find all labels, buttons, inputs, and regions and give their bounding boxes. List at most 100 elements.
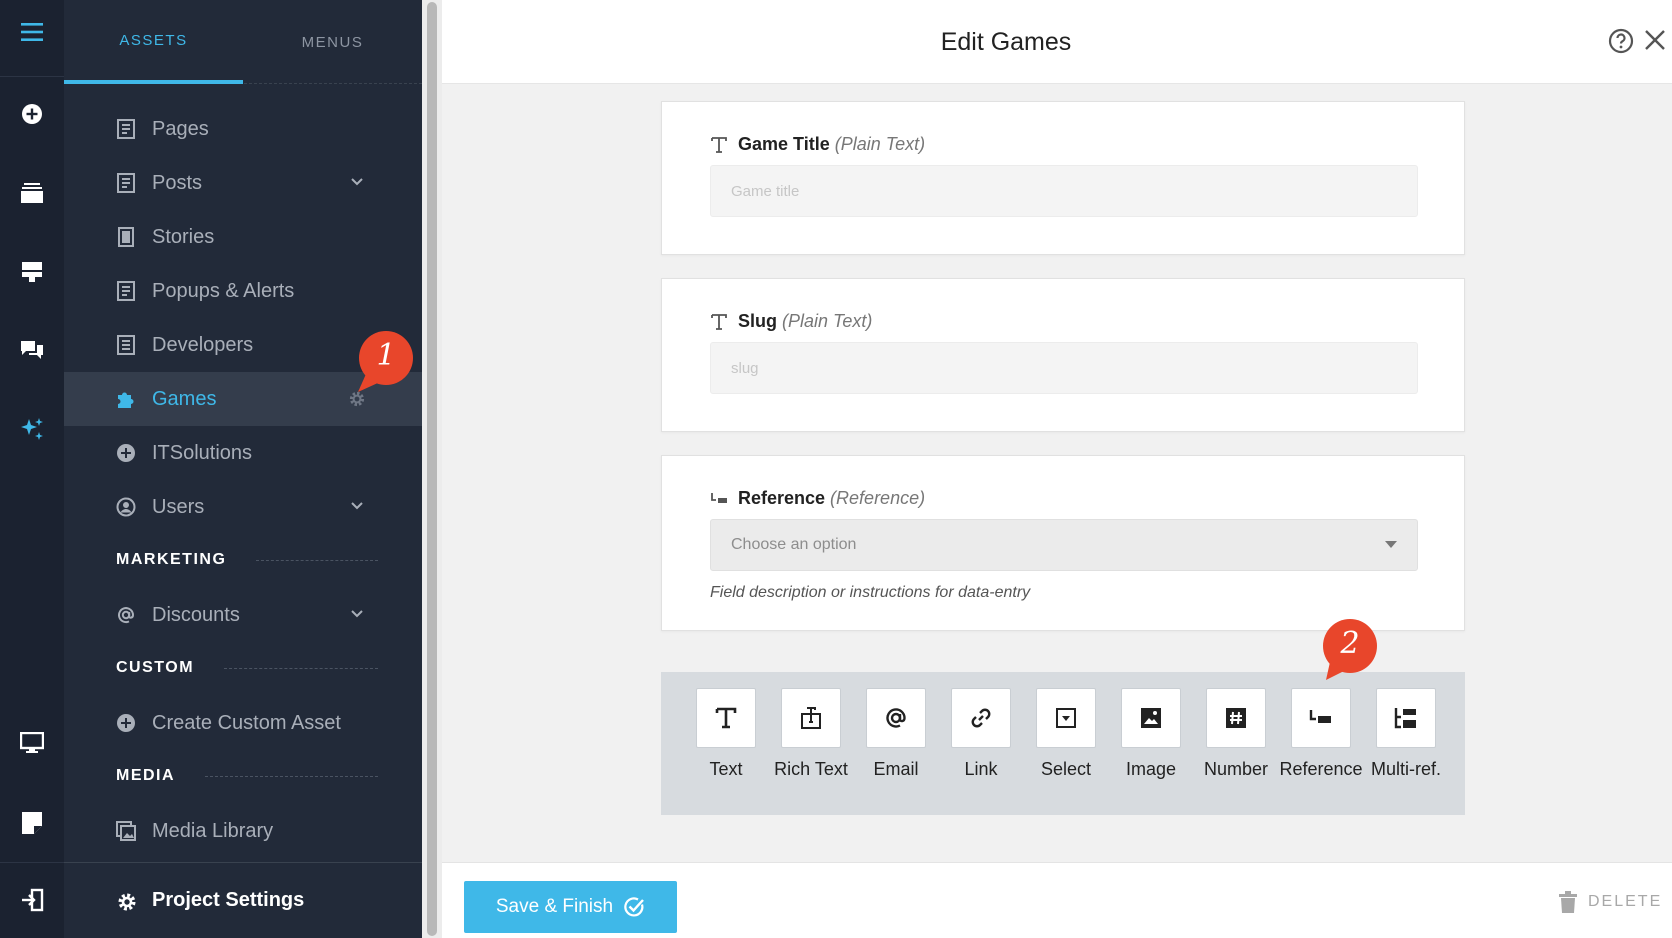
sections-icon[interactable] <box>0 252 64 292</box>
reference-select[interactable]: Choose an option <box>710 519 1418 571</box>
field-type-toolbox: Text Rich Text Email Link Select Image N… <box>661 672 1465 815</box>
sidebar-item-label: Media Library <box>152 819 274 842</box>
chevron-down-icon[interactable] <box>350 607 364 621</box>
tool-multi-ref[interactable]: Multi-ref. <box>1365 688 1447 818</box>
field-label: Game Title <box>738 134 830 154</box>
field-header: Slug (Plain Text) <box>710 311 872 332</box>
sidebar-item-pages[interactable]: Pages <box>64 102 422 156</box>
multi-reference-icon <box>1394 708 1416 729</box>
sidebar-item-create-custom-asset[interactable]: Create Custom Asset <box>64 696 422 750</box>
sidebar-scrollbar[interactable] <box>422 0 442 938</box>
tool-box[interactable] <box>696 688 756 748</box>
tool-label: Reference <box>1279 759 1363 779</box>
section-label: CUSTOM <box>116 659 195 676</box>
select-icon <box>1056 708 1076 728</box>
save-finish-button[interactable]: Save & Finish <box>464 881 677 933</box>
page-icon <box>117 119 135 139</box>
tool-text[interactable]: Text <box>685 688 767 818</box>
field-type: (Plain Text) <box>834 134 926 154</box>
hamburger-menu-icon[interactable] <box>0 12 64 52</box>
sidebar-item-label: Stories <box>152 225 215 248</box>
tool-reference[interactable]: Reference <box>1279 688 1363 818</box>
sidebar-item-label: Games <box>152 387 217 410</box>
add-circle-icon <box>117 714 135 732</box>
tool-rich-text[interactable]: Rich Text <box>770 688 852 818</box>
game-title-input[interactable]: Game title <box>710 165 1418 217</box>
tool-box[interactable] <box>1036 688 1096 748</box>
gear-icon <box>118 893 136 911</box>
tool-box[interactable] <box>951 688 1011 748</box>
tool-box[interactable] <box>1206 688 1266 748</box>
comments-icon[interactable] <box>0 330 64 370</box>
tool-box[interactable] <box>1376 688 1436 748</box>
scrollbar-thumb[interactable] <box>427 2 437 936</box>
tool-label: Image <box>1125 759 1177 779</box>
tool-link[interactable]: Link <box>940 688 1022 818</box>
delete-button[interactable]: DELETE <box>1558 891 1662 913</box>
close-icon[interactable] <box>1643 28 1667 52</box>
sidebar-item-label: Pages <box>152 117 209 140</box>
tab-assets[interactable]: ASSETS <box>64 0 243 84</box>
tool-box[interactable] <box>866 688 926 748</box>
sidebar-item-label: Popups & Alerts <box>152 279 295 302</box>
tool-label: Select <box>1040 759 1092 779</box>
tool-number[interactable]: Number <box>1195 688 1277 818</box>
sidebar-item-itsolutions[interactable]: ITSolutions <box>64 426 422 480</box>
sidebar-tabs: ASSETS MENUS <box>64 0 422 84</box>
layers-icon[interactable] <box>0 173 64 213</box>
sidebar-item-users[interactable]: Users <box>64 480 422 534</box>
note-icon[interactable] <box>0 803 64 843</box>
desktop-preview-icon[interactable] <box>0 723 64 763</box>
field-description: Field description or instructions for da… <box>710 584 1031 601</box>
sidebar-item-label: Create Custom Asset <box>152 711 341 734</box>
tool-label: Multi-ref. <box>1370 759 1441 779</box>
chevron-down-icon[interactable] <box>350 499 364 513</box>
sidebar-item-popups[interactable]: Popups & Alerts <box>64 264 422 318</box>
slug-input[interactable]: slug <box>710 342 1418 394</box>
sidebar-item-label: Developers <box>152 333 254 356</box>
reference-icon <box>711 492 727 503</box>
field-card-slug: Slug (Plain Text) slug <box>661 278 1465 432</box>
magic-sparkle-icon[interactable] <box>0 409 64 449</box>
tool-box[interactable] <box>781 688 841 748</box>
exit-icon[interactable] <box>0 880 64 920</box>
text-type-icon <box>711 313 727 330</box>
section-label: MARKETING <box>116 551 227 568</box>
tool-box[interactable] <box>1291 688 1351 748</box>
link-icon <box>971 708 991 728</box>
select-placeholder: Choose an option <box>731 536 857 553</box>
tool-image[interactable]: Image <box>1110 688 1192 818</box>
trash-icon <box>1559 891 1577 913</box>
page-icon <box>117 335 135 355</box>
sidebar-item-posts[interactable]: Posts <box>64 156 422 210</box>
project-settings-button[interactable]: Project Settings <box>64 862 422 938</box>
icon-rail <box>0 0 64 938</box>
tab-menus[interactable]: MENUS <box>243 0 422 84</box>
sidebar-item-discounts[interactable]: Discounts <box>64 588 422 642</box>
at-sign-icon <box>886 708 906 728</box>
reference-icon <box>1309 710 1331 723</box>
page-icon <box>117 281 135 301</box>
chevron-down-icon[interactable] <box>350 175 364 189</box>
tool-select[interactable]: Select <box>1025 688 1107 818</box>
at-sign-icon <box>118 607 135 624</box>
callout-badge-2: 2 <box>1316 618 1384 682</box>
image-icon <box>1141 708 1161 728</box>
tool-email[interactable]: Email <box>855 688 937 818</box>
sidebar-item-stories[interactable]: Stories <box>64 210 422 264</box>
section-media: MEDIA <box>116 766 378 786</box>
rich-text-icon <box>801 707 821 729</box>
sidebar-item-label: Discounts <box>152 603 240 626</box>
caret-down-icon <box>1385 541 1397 548</box>
tool-box[interactable] <box>1121 688 1181 748</box>
sidebar-item-label: ITSolutions <box>152 441 253 464</box>
tool-label: Rich Text <box>774 759 848 779</box>
field-header: Reference (Reference) <box>710 488 925 509</box>
help-icon[interactable] <box>1608 28 1634 54</box>
sidebar-item-media-library[interactable]: Media Library <box>64 804 422 858</box>
project-settings-label: Project Settings <box>152 889 305 911</box>
add-circle-icon[interactable] <box>0 94 64 134</box>
field-header: Game Title (Plain Text) <box>710 134 925 155</box>
tool-label: Text <box>709 759 743 779</box>
hash-icon <box>1226 708 1246 728</box>
